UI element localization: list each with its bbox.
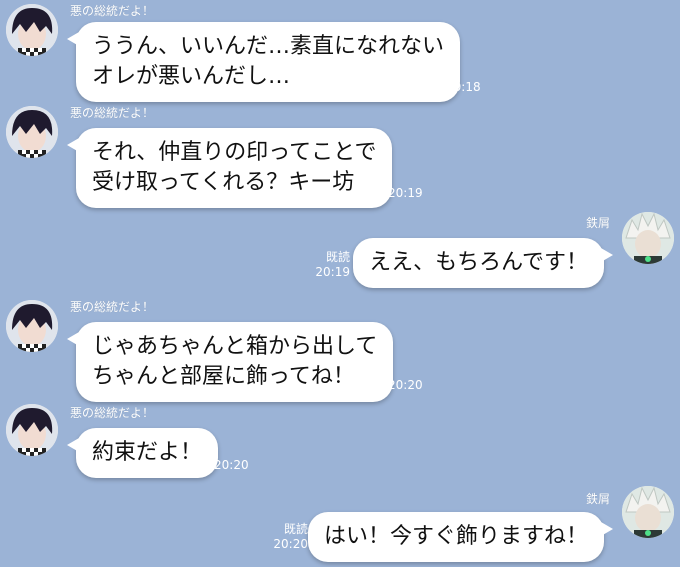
read-receipt: 既読 <box>325 250 350 264</box>
message-bubble[interactable]: それ、仲直りの印ってことで 受け取ってくれる？キー坊 <box>66 128 393 208</box>
timestamp: 20:20 <box>273 537 308 551</box>
ouma-avatar-icon[interactable] <box>6 106 58 158</box>
kiibo-avatar-icon[interactable] <box>622 486 674 538</box>
read-status: 既読 20:20 <box>273 522 308 552</box>
ouma-avatar-icon[interactable] <box>6 404 58 456</box>
message-bubble[interactable]: ううん、いいんだ…素直になれない オレが悪いんだし… <box>66 22 461 102</box>
kiibo-avatar-icon[interactable] <box>622 212 674 264</box>
message-bubble[interactable]: じゃあちゃんと箱から出して ちゃんと部屋に飾ってね！ <box>66 322 394 402</box>
sender-name: 悪の総統だよ！ <box>70 106 155 120</box>
read-receipt: 既読 <box>283 522 308 536</box>
timestamp: 20:18 <box>446 80 481 94</box>
read-status: 既読 20:19 <box>315 250 350 280</box>
timestamp: 20:20 <box>388 378 423 392</box>
ouma-avatar-icon[interactable] <box>6 4 58 56</box>
timestamp: 20:19 <box>388 186 423 200</box>
sender-name: 悪の総統だよ！ <box>70 300 155 314</box>
sender-name: 悪の総統だよ！ <box>70 406 155 420</box>
sender-name: 鉄屑 <box>585 216 610 230</box>
sender-name: 鉄屑 <box>585 492 610 506</box>
sender-name: 悪の総統だよ！ <box>70 4 155 18</box>
ouma-avatar-icon[interactable] <box>6 300 58 352</box>
message-bubble[interactable]: 約束だよ！ <box>66 428 219 478</box>
timestamp: 20:20 <box>214 458 249 472</box>
message-bubble[interactable]: はい！今すぐ飾りますね！ <box>307 512 614 562</box>
message-bubble[interactable]: ええ、もちろんです！ <box>353 238 613 288</box>
timestamp: 20:19 <box>315 265 350 279</box>
